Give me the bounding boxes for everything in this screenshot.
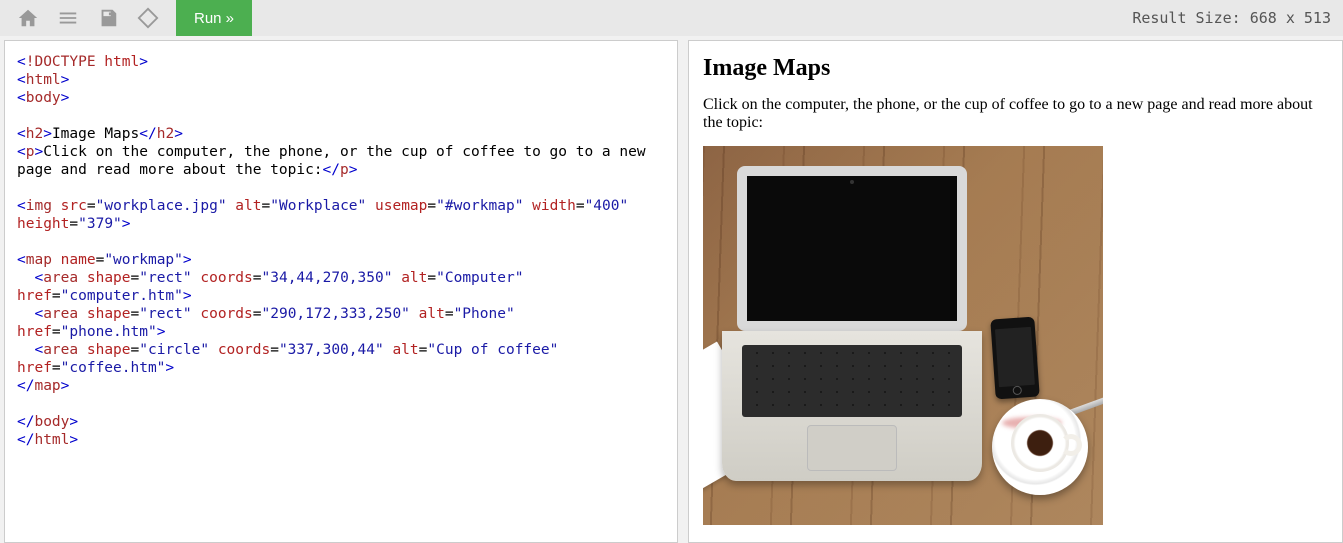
result-heading: Image Maps — [703, 55, 1328, 82]
laptop-trackpad — [807, 425, 897, 471]
result-x: x — [1286, 9, 1295, 27]
result-width: 668 — [1250, 9, 1277, 27]
toolbar: Run » Result Size: 668 x 513 — [0, 0, 1343, 36]
save-icon[interactable] — [88, 0, 128, 36]
run-button[interactable]: Run » — [176, 0, 252, 36]
main-split: <!DOCTYPE html> <html> <body> <h2>Image … — [0, 36, 1343, 543]
workplace-image[interactable] — [703, 146, 1103, 525]
laptop-screen — [737, 166, 967, 331]
laptop-keys — [742, 345, 962, 417]
result-size-label: Result Size: 668 x 513 — [1132, 9, 1335, 27]
laptop[interactable] — [737, 166, 977, 476]
result-size-text: Result Size: — [1132, 9, 1240, 27]
phone[interactable] — [990, 317, 1039, 400]
home-icon[interactable] — [8, 0, 48, 36]
rotate-icon[interactable] — [128, 0, 168, 36]
menu-icon[interactable] — [48, 0, 88, 36]
result-paragraph: Click on the computer, the phone, or the… — [703, 96, 1328, 132]
code-editor[interactable]: <!DOCTYPE html> <html> <body> <h2>Image … — [4, 40, 678, 543]
laptop-base — [722, 331, 982, 481]
cup-handle — [1060, 434, 1082, 456]
result-panel: Image Maps Click on the computer, the ph… — [688, 40, 1343, 543]
result-height: 513 — [1304, 9, 1331, 27]
